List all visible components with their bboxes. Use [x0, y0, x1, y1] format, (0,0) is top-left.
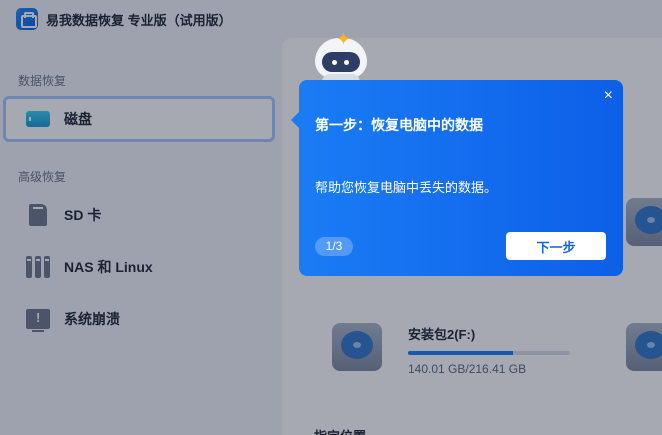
mascot-robot-icon: ✦	[312, 30, 370, 86]
tour-tooltip: × 第一步：恢复电脑中的数据 帮助您恢复电脑中丢失的数据。 1/3 下一步	[299, 80, 623, 276]
tooltip-title: 第一步：恢复电脑中的数据	[315, 117, 483, 133]
tooltip-body: 帮助您恢复电脑中丢失的数据。	[315, 180, 498, 195]
close-icon[interactable]: ×	[604, 88, 613, 104]
step-indicator: 1/3	[315, 237, 353, 256]
next-step-button[interactable]: 下一步	[506, 232, 606, 260]
